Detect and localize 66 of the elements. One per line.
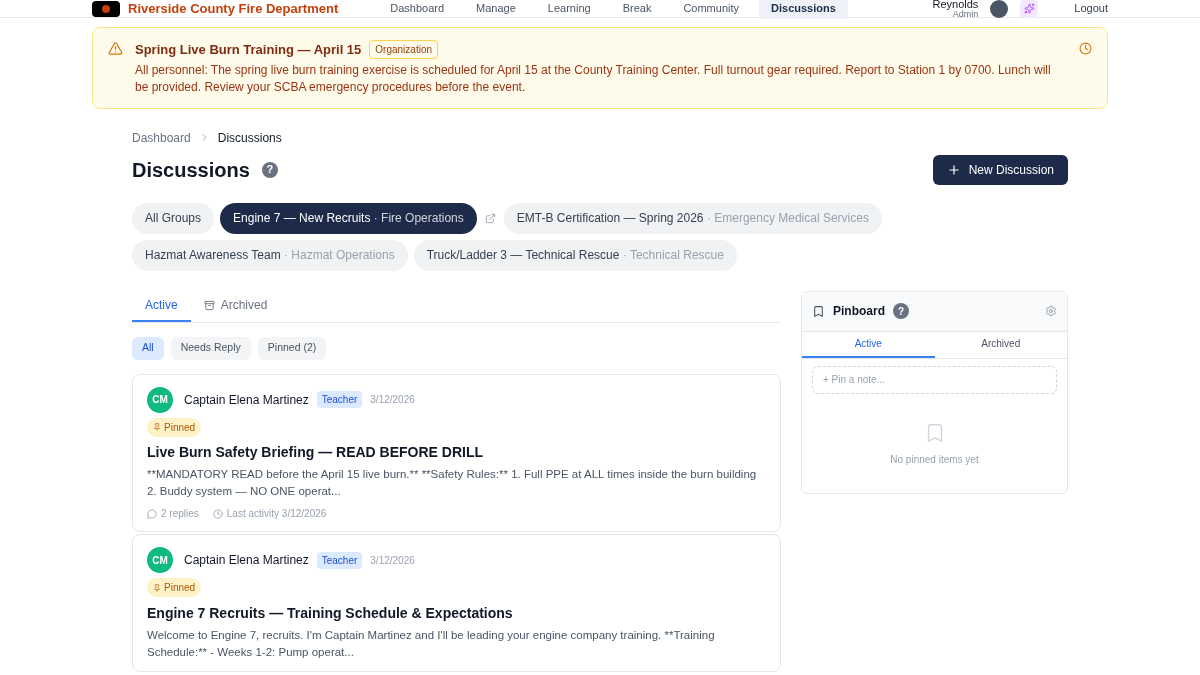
- avatar[interactable]: [990, 0, 1009, 18]
- post-excerpt: **MANDATORY READ before the April 15 live burn.** **Safety Rules:** 1. Full PPE at ALL times inside the burn building 2. Buddy system — NO ONE operat...: [147, 467, 758, 499]
- discussion-card[interactable]: [132, 373, 781, 532]
- group-chip[interactable]: EMT-B Certification — Spring 2026 · Emergency Medical Services: [503, 202, 882, 234]
- empty-message: No pinned items yet: [890, 452, 979, 467]
- external-link-icon[interactable]: [484, 212, 496, 224]
- pin-icon: [153, 423, 161, 431]
- help-icon[interactable]: ?: [893, 303, 909, 319]
- last-activity: Last activity 3/12/2026: [226, 507, 327, 521]
- filter-chip[interactable]: All: [132, 336, 164, 360]
- clock-icon: [212, 508, 223, 519]
- archive-icon: [203, 299, 215, 311]
- post-excerpt: Welcome to Engine 7, recruits. I'm Captain Martinez and I'll be leading your engine company training. **Training Schedule:** - Weeks 1-2: Pump operat...: [147, 627, 716, 660]
- reply-count: 2 replies: [161, 507, 199, 521]
- clock-icon[interactable]: [1079, 42, 1092, 55]
- speech-bubble-icon: [147, 508, 157, 519]
- tab[interactable]: Archived: [190, 290, 281, 322]
- help-icon[interactable]: ?: [261, 161, 278, 178]
- logo-icon: [92, 0, 120, 17]
- announcement-tag: Organization: [369, 40, 439, 60]
- tab[interactable]: Active: [802, 331, 935, 358]
- pin-note-field[interactable]: + Pin a note...: [812, 365, 1057, 394]
- logout-link[interactable]: Logout: [1074, 0, 1108, 17]
- author-name: Captain Elena Martinez: [184, 552, 309, 569]
- pinboard-title: Pinboard: [833, 303, 885, 320]
- nav-link[interactable]: Dashboard: [378, 0, 457, 19]
- pinned-label: Pinned: [164, 420, 196, 435]
- new-discussion-button[interactable]: New Discussion: [932, 154, 1068, 185]
- role-tag: Teacher: [316, 391, 363, 408]
- group-chip[interactable]: Truck/Ladder 3 — Technical Rescue · Technical Rescue: [413, 239, 737, 271]
- breadcrumb-current: Discussions: [217, 129, 282, 147]
- nav-link[interactable]: Break: [610, 0, 664, 19]
- post-title[interactable]: Engine 7 Recruits — Training Schedule & Expectations: [147, 602, 766, 624]
- page-title: Discussions: [132, 157, 250, 183]
- brand-name: Riverside County Fire Department: [128, 0, 339, 18]
- announcement-title: Spring Live Burn Training — April 15: [135, 41, 362, 59]
- group-chip[interactable]: Engine 7 — New Recruits · Fire Operations: [220, 202, 477, 234]
- filter-chip[interactable]: Pinned (2): [257, 336, 327, 360]
- avatar: CM: [147, 386, 173, 413]
- pin-icon: [153, 583, 161, 592]
- group-chip[interactable]: All Groups: [132, 202, 215, 234]
- post-title[interactable]: Live Burn Safety Briefing — READ BEFORE DRILL: [147, 442, 766, 463]
- nav-link[interactable]: Discussions: [759, 0, 848, 19]
- settings-icon[interactable]: [1045, 305, 1057, 317]
- group-chip[interactable]: Hazmat Awareness Team · Hazmat Operations: [132, 239, 408, 271]
- announcement-text: All personnel: The spring live burn training exercise is scheduled for April 15 at the County Training Center. Full turnout gear required. Report to Station 1 by 0700. Lunch will be provided. Review your SCBA emergency procedures before the event.: [135, 61, 1052, 96]
- bookmark-icon: [812, 304, 825, 318]
- sparkle-icon[interactable]: [1020, 0, 1039, 18]
- nav-link[interactable]: Community: [671, 0, 751, 19]
- tab[interactable]: Active: [132, 290, 191, 322]
- plus-icon: [946, 162, 961, 177]
- warning-icon: [108, 41, 123, 56]
- filter-chip[interactable]: Needs Reply: [170, 336, 251, 360]
- nav-link[interactable]: Learning: [535, 0, 603, 19]
- pinned-label: Pinned: [164, 581, 196, 595]
- avatar: CM: [147, 547, 173, 573]
- breadcrumb-link[interactable]: Dashboard: [132, 128, 191, 147]
- user-name: Reynolds: [932, 0, 979, 9]
- user-role: Admin: [952, 8, 979, 19]
- role-tag: Teacher: [316, 551, 363, 569]
- post-date: 3/12/2026: [370, 393, 415, 407]
- discussion-card[interactable]: [132, 534, 781, 672]
- author-name: Captain Elena Martinez: [184, 391, 309, 409]
- post-date: 3/12/2026: [370, 553, 415, 568]
- nav-link[interactable]: Manage: [464, 0, 528, 19]
- tab[interactable]: Archived: [934, 331, 1067, 358]
